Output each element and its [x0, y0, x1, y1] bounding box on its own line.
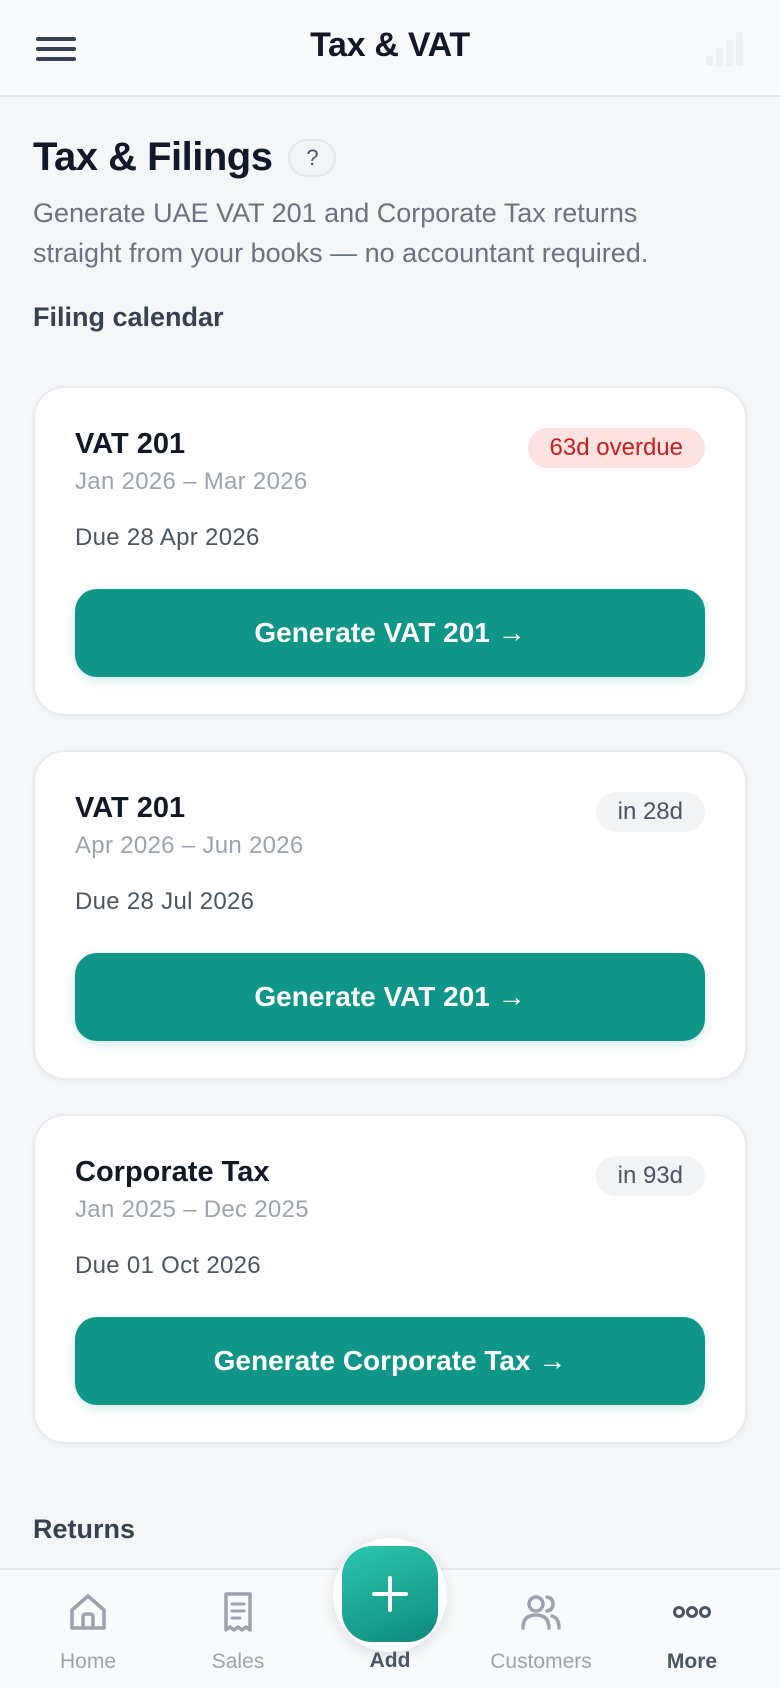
receipt-icon	[224, 1592, 252, 1632]
help-button[interactable]: ?	[288, 138, 337, 177]
filing-period: Apr 2026 – Jun 2026	[75, 832, 304, 859]
page-description: Generate UAE VAT 201 and Corporate Tax r…	[33, 198, 649, 268]
filing-name: VAT 201	[75, 792, 186, 824]
status-badge: in 28d	[595, 792, 705, 832]
filing-due-date: Due 28 Apr 2026	[75, 524, 260, 551]
filing-card: VAT 201 63d overdue Jan 2026 – Mar 2026 …	[33, 386, 747, 716]
filing-due-date: Due 28 Jul 2026	[75, 888, 255, 915]
more-icon	[673, 1606, 711, 1618]
filing-calendar-heading: Filing calendar	[33, 302, 224, 332]
page-header: Tax & Filings ?	[33, 135, 337, 180]
top-app-bar: Tax & VAT	[0, 0, 780, 97]
generate-corporate-tax-button[interactable]: Generate Corporate Tax →	[75, 1317, 705, 1405]
plus-icon	[372, 1576, 408, 1612]
home-icon	[70, 1594, 106, 1630]
status-badge: 63d overdue	[527, 428, 705, 468]
filing-period: Jan 2025 – Dec 2025	[75, 1196, 309, 1223]
filing-due-date: Due 01 Oct 2026	[75, 1252, 261, 1279]
add-button[interactable]	[342, 1546, 438, 1642]
filing-period: Jan 2026 – Mar 2026	[75, 468, 308, 495]
status-badge: in 93d	[595, 1156, 705, 1196]
nav-label-add: Add	[369, 1649, 411, 1672]
users-icon	[521, 1595, 561, 1630]
filing-name: VAT 201	[75, 428, 186, 460]
app-bar-title: Tax & VAT	[310, 26, 470, 64]
returns-heading: Returns	[33, 1514, 136, 1544]
page-title: Tax & Filings	[33, 135, 273, 179]
signal-icon	[704, 30, 744, 66]
filing-name: Corporate Tax	[75, 1156, 270, 1188]
generate-vat-201-button[interactable]: Generate VAT 201 →	[75, 953, 705, 1041]
filing-card: Corporate Tax in 93d Jan 2025 – Dec 2025…	[33, 1114, 747, 1444]
generate-vat-201-button[interactable]: Generate VAT 201 →	[75, 589, 705, 677]
filing-card: VAT 201 in 28d Apr 2026 – Jun 2026 Due 2…	[33, 750, 747, 1080]
